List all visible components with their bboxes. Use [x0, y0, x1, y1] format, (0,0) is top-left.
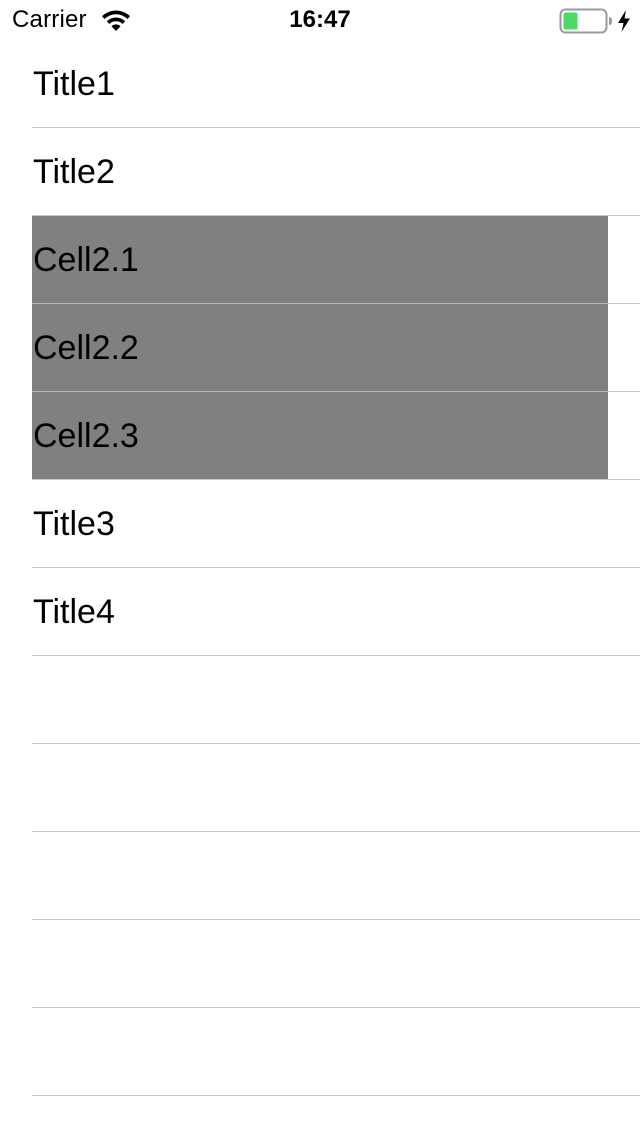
table-row-cell2-1[interactable]: Cell2.1	[0, 216, 640, 304]
table-row-cell2-3[interactable]: Cell2.3	[0, 392, 640, 480]
table-row-cell2-2[interactable]: Cell2.2	[0, 304, 640, 392]
table-row-title3[interactable]: Title3	[0, 480, 640, 568]
table-row-title1[interactable]: Title1	[0, 40, 640, 128]
empty-row	[0, 832, 640, 920]
row-label: Title3	[33, 505, 115, 543]
row-label: Cell2.3	[33, 417, 139, 455]
empty-row	[0, 920, 640, 1008]
screen: Carrier 16:47 Title1 Title2 Cell2.1 Cell…	[0, 0, 640, 1136]
table-row-title4[interactable]: Title4	[0, 568, 640, 656]
table-view[interactable]: Title1 Title2 Cell2.1 Cell2.2 Cell2.3 Ti…	[0, 40, 640, 1096]
clock: 16:47	[289, 6, 351, 33]
row-separator	[32, 1095, 640, 1096]
empty-row	[0, 744, 640, 832]
empty-row	[0, 1008, 640, 1096]
row-label: Title1	[33, 65, 115, 103]
row-label: Cell2.2	[33, 329, 139, 367]
status-bar: Carrier 16:47	[0, 0, 640, 40]
empty-row	[0, 656, 640, 744]
row-label: Title2	[33, 153, 115, 191]
battery-icon	[559, 8, 612, 34]
row-label: Cell2.1	[33, 241, 139, 279]
table-row-title2[interactable]: Title2	[0, 128, 640, 216]
row-label: Title4	[33, 593, 115, 631]
charging-bolt-icon	[618, 10, 630, 32]
